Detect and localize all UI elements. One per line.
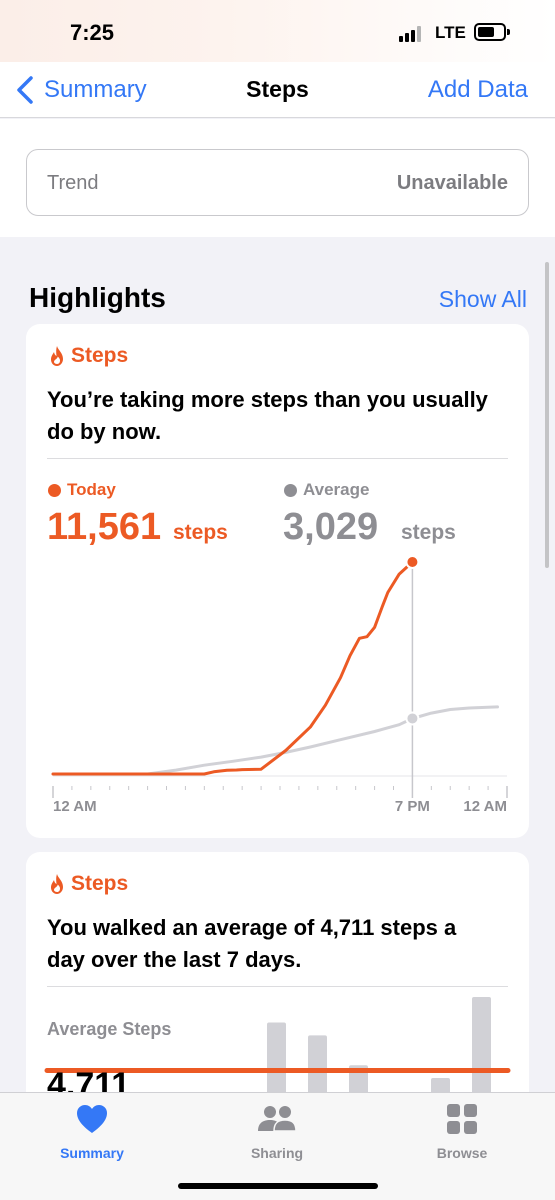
people-icon <box>258 1106 297 1132</box>
navigation-bar: Summary Steps Add Data <box>0 62 555 118</box>
series-line-today <box>51 560 414 776</box>
today-current-point <box>405 555 420 569</box>
trend-row[interactable]: Trend Unavailable <box>26 149 529 216</box>
tab-summary-label: Summary <box>60 1145 124 1161</box>
battery-icon <box>474 23 510 41</box>
x-tick-label: 12 AM <box>53 798 97 815</box>
chevron-left-icon <box>17 76 33 104</box>
heart-icon <box>77 1105 107 1133</box>
series-line-average <box>51 705 499 776</box>
tab-summary[interactable]: Summary <box>32 1103 152 1161</box>
average-steps-label: Average Steps <box>47 1019 172 1039</box>
highlights-heading: Highlights <box>29 282 166 313</box>
trend-section: Trend Unavailable <box>0 119 555 237</box>
scroll-indicator[interactable] <box>545 262 549 568</box>
tab-browse[interactable]: Browse <box>402 1103 522 1161</box>
back-button-label: Summary <box>44 76 147 103</box>
add-data-button[interactable]: Add Data <box>428 76 528 104</box>
status-bar: 7:25 LTE <box>0 0 555 62</box>
grid-icon <box>447 1104 477 1134</box>
network-type: LTE <box>435 23 466 42</box>
tab-sharing-label: Sharing <box>250 1145 304 1161</box>
x-tick-label: 7 PM <box>395 798 430 815</box>
back-button[interactable]: Summary <box>16 72 147 108</box>
average-current-point <box>405 711 420 726</box>
tab-browse-label: Browse <box>436 1145 488 1161</box>
trend-value: Unavailable <box>396 172 508 194</box>
status-time: 7:25 <box>70 20 115 45</box>
x-tick-label: 12 AM <box>463 798 507 815</box>
highlight-card-steps-average[interactable]: Steps You walked an average of 4,711 ste… <box>26 852 529 1112</box>
tab-sharing[interactable]: Sharing <box>217 1103 337 1161</box>
cellular-signal-icon <box>399 26 425 42</box>
steps-line-chart: 12 AM 7 PM 12 AM <box>51 555 508 815</box>
trend-label: Trend <box>47 172 99 194</box>
home-indicator <box>178 1183 378 1189</box>
highlight-card-steps-today[interactable]: Steps You’re taking more steps than you … <box>26 324 529 838</box>
show-all-button[interactable]: Show All <box>439 286 527 313</box>
